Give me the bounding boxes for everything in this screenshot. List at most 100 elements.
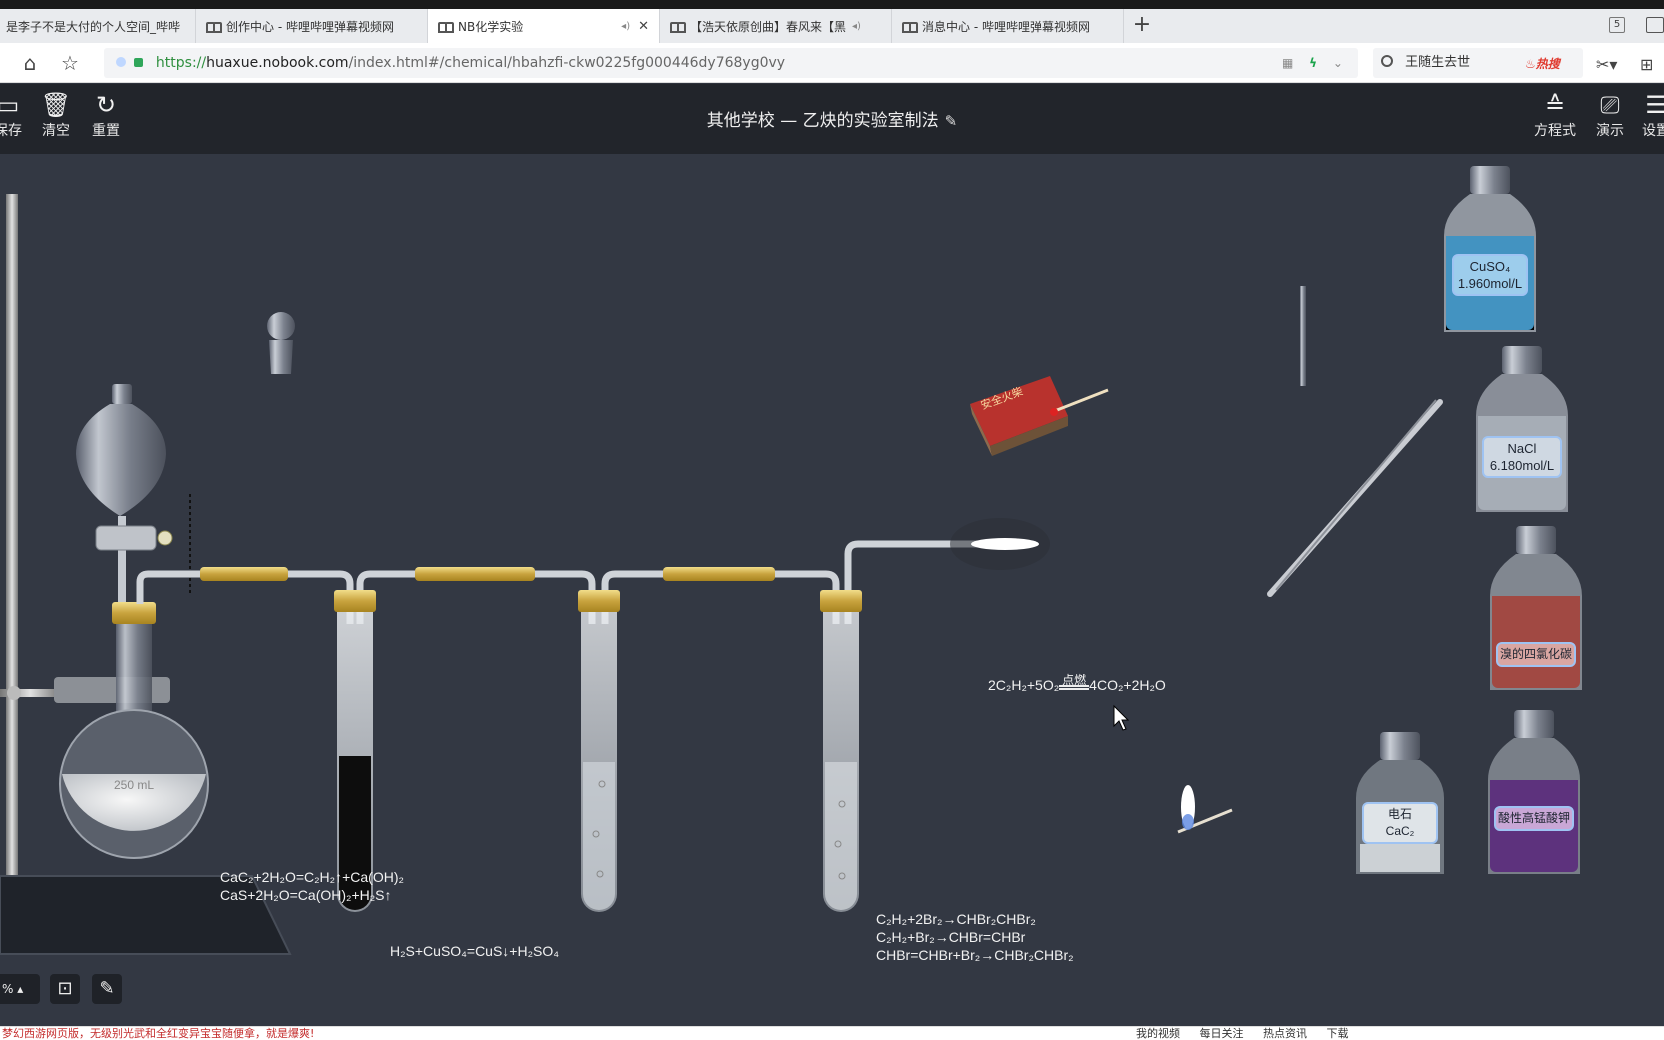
chevron-down-icon[interactable]: ⌄ xyxy=(1333,56,1343,70)
kmno4-name: 酸性高锰酸钾 xyxy=(1498,811,1571,825)
tab-nb-chemistry[interactable]: NB化学实验 ◂) ✕ xyxy=(428,9,660,43)
cuso4-name: CuSO₄ xyxy=(1469,259,1511,274)
mouse-cursor xyxy=(1113,704,1130,731)
edit-icon[interactable]: ✎ xyxy=(945,112,958,130)
flask-volume-label: 250 mL xyxy=(114,778,155,792)
tweezers[interactable] xyxy=(1267,399,1443,597)
ad-text[interactable]: 梦幻西游网页版，无级别光武和全红变异宝宝随便拿，就是爆爽! xyxy=(2,1027,314,1040)
bilibili-icon xyxy=(902,21,918,33)
test-tube-2[interactable] xyxy=(578,590,620,912)
equation-line: C₂H₂+Br₂→CHBr=CHBr xyxy=(876,929,1026,945)
combustion-condition: 点燃 xyxy=(1062,673,1087,687)
test-tube-cuso4[interactable] xyxy=(334,590,376,912)
speed-mode-icon[interactable]: ϟ xyxy=(1309,56,1317,70)
hot-search-label: 热搜 xyxy=(1535,57,1560,71)
bilibili-icon xyxy=(438,21,454,33)
lit-match[interactable] xyxy=(1177,785,1233,834)
zoom-control[interactable]: % ▴ xyxy=(0,974,40,1004)
tab-messages[interactable]: 消息中心 - 哔哩哔哩弹幕视频网 xyxy=(892,9,1124,43)
search-value: 王随生去世 xyxy=(1405,55,1471,70)
window-top-edge xyxy=(0,0,1664,9)
settings-button[interactable]: ☰ 设置 xyxy=(1634,90,1664,140)
mute-icon[interactable]: ◂) xyxy=(621,21,630,32)
url-scheme: https:// xyxy=(155,55,207,71)
generation-equations: CaC₂+2H₂O=C₂H₂↑+Ca(OH)₂ CaS+2H₂O=Ca(OH)₂… xyxy=(220,868,404,904)
tab-label: 创作中心 - 哔哩哔哩弹幕视频网 xyxy=(226,19,394,34)
equation-line: CHBr=CHBr+Br₂→CHBr₂CHBr₂ xyxy=(876,947,1074,963)
kmno4-label: 酸性高锰酸钾 xyxy=(1494,806,1574,831)
scissors-icon[interactable]: ✂▾ xyxy=(1596,55,1617,74)
equation-line: CaC₂+2H₂O=C₂H₂↑+Ca(OH)₂ xyxy=(220,869,404,885)
mute-icon[interactable]: ◂) xyxy=(852,21,861,32)
new-tab-button[interactable]: + xyxy=(1130,9,1154,43)
present-icon: ⎚ xyxy=(1600,91,1620,119)
page-title[interactable]: 其他学校 — 乙炔的实验室制法 ✎ xyxy=(0,106,1664,131)
rubber-connectors xyxy=(200,567,775,581)
my-videos-link[interactable]: 我的视频 xyxy=(1136,1027,1180,1040)
bromine-equations: C₂H₂+2Br₂→CHBr₂CHBr₂ C₂H₂+Br₂→CHBr=CHBr … xyxy=(876,910,1074,964)
reaction-arrow: 点燃 xyxy=(1059,673,1090,690)
bilibili-icon xyxy=(206,21,222,33)
settings-label: 设置 xyxy=(1642,123,1664,139)
apps-grid-icon[interactable]: ⊞ xyxy=(1640,55,1653,74)
browser-status-bar: 梦幻西游网页版，无级别光武和全红变异宝宝随便拿，就是爆爽! 我的视频 每日关注 … xyxy=(0,1026,1664,1040)
tab-menu-icon[interactable] xyxy=(1646,17,1664,33)
equation-button[interactable]: ≙ 方程式 xyxy=(1530,90,1580,140)
url-path: /index.html#/chemical/hbahzfi-ckw0225fg0… xyxy=(348,55,786,71)
star-icon[interactable]: ☆ xyxy=(58,51,82,75)
bromine-label: 溴的四氯化碳 xyxy=(1496,642,1576,667)
url-field[interactable]: https://huaxue.nobook.com/index.html#/ch… xyxy=(104,48,1358,78)
daily-follow-link[interactable]: 每日关注 xyxy=(1200,1027,1244,1040)
present-label: 演示 xyxy=(1596,123,1624,139)
round-bottom-flask[interactable] xyxy=(59,602,209,859)
app-toolbar: ▭ 保存 🗑 清空 ↻ 重置 其他学校 — 乙炔的实验室制法 ✎ ≙ 方程式 ⎚ … xyxy=(0,84,1664,154)
hot-news-link[interactable]: 热点资讯 xyxy=(1263,1027,1307,1040)
nacl-label: NaCl 6.180mol/L xyxy=(1482,436,1562,478)
nacl-conc: 6.180mol/L xyxy=(1489,458,1555,473)
tab-label: 消息中心 - 哔哩哔哩弹幕视频网 xyxy=(922,19,1090,34)
tab-label: 【浩天依原创曲】春风来【黑 xyxy=(690,19,847,34)
nacl-name: NaCl xyxy=(1507,441,1537,456)
glass-rod[interactable] xyxy=(1300,286,1306,386)
hot-search-badge[interactable]: ♨热搜 xyxy=(1525,55,1560,72)
status-links: 我的视频 每日关注 热点资讯 下载 xyxy=(1136,1027,1365,1040)
tab-bar: 是李子不是大付的个人空间_哔哔 创作中心 - 哔哩哔哩弹幕视频网 NB化学实验 … xyxy=(0,9,1664,43)
tab-label: NB化学实验 xyxy=(458,19,524,34)
tab-song[interactable]: 【浩天依原创曲】春风来【黑 ◂) xyxy=(660,9,892,43)
bromine-name: 溴的四氯化碳 xyxy=(1500,647,1573,661)
cuso4-conc: 1.960mol/L xyxy=(1457,276,1523,291)
equation-line: C₂H₂+2Br₂→CHBr₂CHBr₂ xyxy=(876,911,1036,927)
url-host: huaxue.nobook.com xyxy=(206,55,349,71)
close-icon[interactable]: ✕ xyxy=(638,19,649,34)
brush-icon[interactable]: ✎ xyxy=(92,974,122,1004)
combustion-products: 4CO₂+2H₂O xyxy=(1089,677,1166,693)
search-icon xyxy=(1381,55,1393,67)
lock-toggle-button[interactable]: ⊡ xyxy=(50,974,80,1004)
carbide-label: 电石 CaC₂ xyxy=(1362,802,1438,844)
settings-icon: ☰ xyxy=(1645,91,1664,119)
glass-stopper[interactable] xyxy=(267,312,295,374)
equation-label: 方程式 xyxy=(1534,123,1576,139)
tab-count-badge[interactable]: 5 xyxy=(1609,17,1625,33)
home-icon[interactable]: ⌂ xyxy=(18,51,42,75)
bilibili-icon xyxy=(670,21,686,33)
combustion-equation: 2C₂H₂+5O₂ 点燃 4CO₂+2H₂O xyxy=(988,673,1166,694)
lock-icon xyxy=(134,58,144,67)
lab-workspace: CuSO₄ 1.960mol/L NaCl 6.180mol/L 溴的四氯化碳 … xyxy=(0,154,1664,1026)
combustion-reactants: 2C₂H₂+5O₂ xyxy=(988,677,1060,693)
download-link[interactable]: 下载 xyxy=(1327,1027,1349,1040)
cuso4-equation: H₂S+CuSO₄=CuS↓+H₂SO₄ xyxy=(390,943,559,959)
qr-icon[interactable]: ▦ xyxy=(1282,56,1293,70)
carbide-formula: CaC₂ xyxy=(1385,824,1415,838)
equation-icon: ≙ xyxy=(1544,91,1566,119)
matchbox[interactable] xyxy=(970,376,1109,456)
tab-creator-center[interactable]: 创作中心 - 哔哩哔哩弹幕视频网 xyxy=(196,9,428,43)
carbide-name: 电石 xyxy=(1387,807,1412,821)
address-bar: ⌂ ☆ https://huaxue.nobook.com/index.html… xyxy=(0,43,1664,83)
present-button[interactable]: ⎚ 演示 xyxy=(1588,90,1632,140)
tab-space[interactable]: 是李子不是大付的个人空间_哔哔 xyxy=(0,9,196,43)
acetylene-flame xyxy=(950,518,1050,570)
test-tube-3[interactable] xyxy=(820,590,862,912)
cuso4-label: CuSO₄ 1.960mol/L xyxy=(1452,254,1528,296)
url-tools: ▦ ϟ ⌄ xyxy=(1282,56,1355,70)
